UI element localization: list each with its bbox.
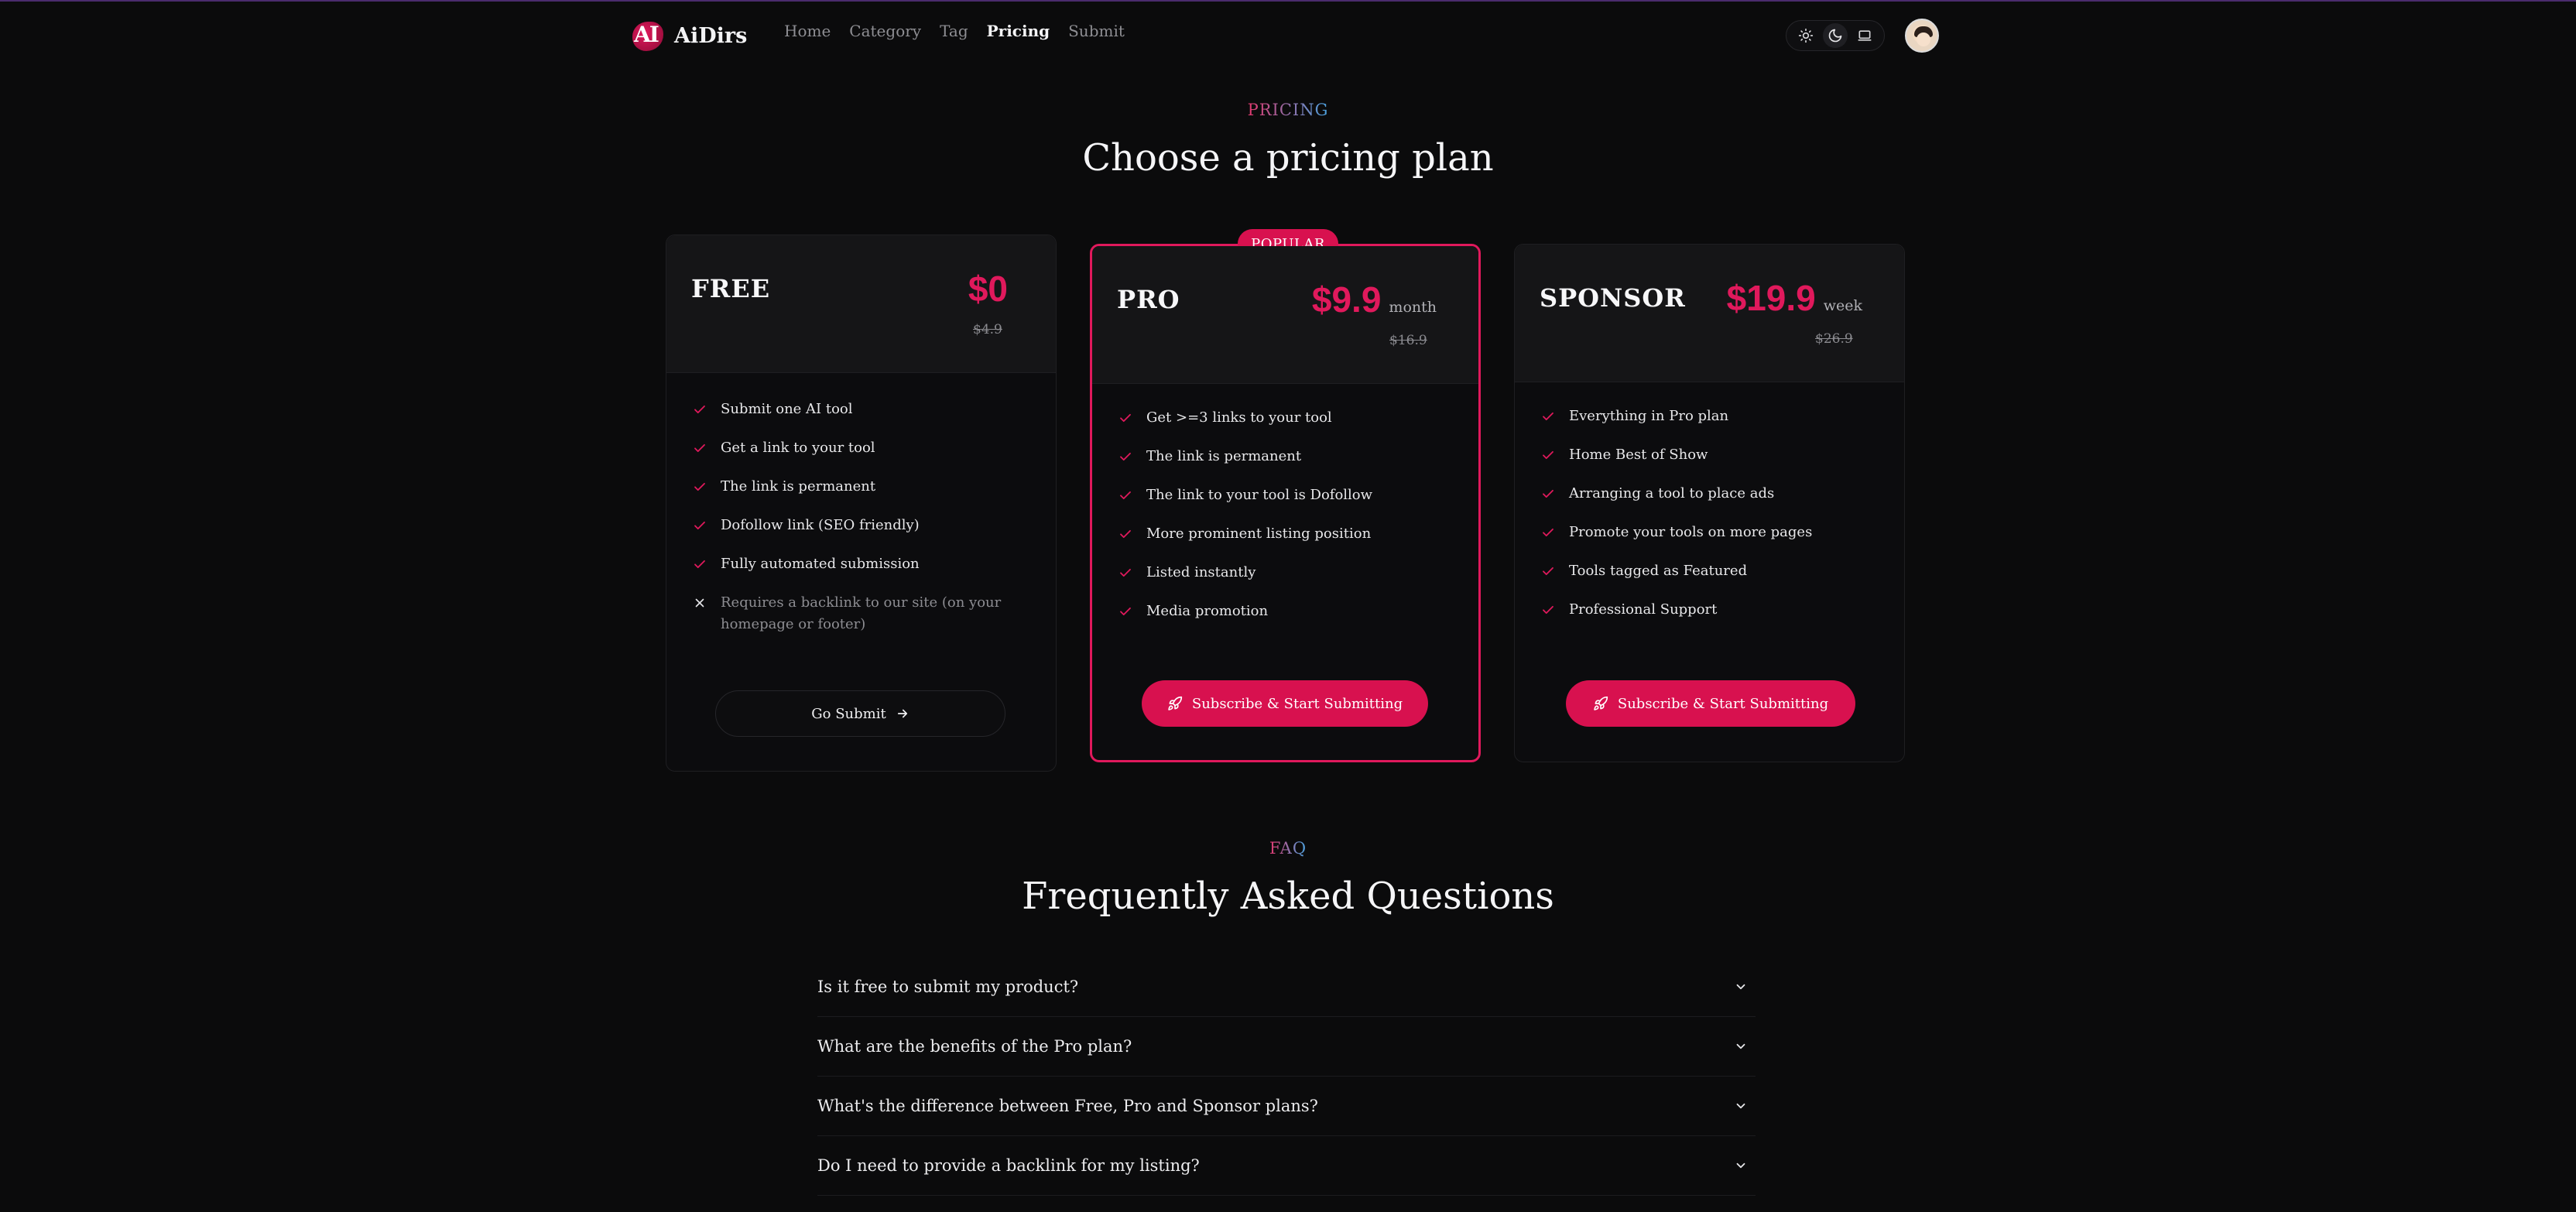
brand-logo[interactable]: AI AiDirs [631,19,747,53]
check-icon [1540,522,1557,543]
check-icon [1540,483,1557,505]
faq-item[interactable]: What's the difference between Free, Pro … [817,1077,1756,1136]
plan-price: $9.9 [1311,279,1382,320]
plan-old-price: $16.9 [1389,333,1427,348]
faq-question: What's the difference between Free, Pro … [817,1097,1318,1115]
check-icon [1540,560,1557,582]
sponsor-subscribe-button[interactable]: Subscribe & Start Submitting [1566,680,1855,727]
faq-title: Frequently Asked Questions [1022,875,1554,918]
plan-card-header: SPONSOR $19.9 week $26.9 [1515,245,1904,382]
theme-switcher [1786,20,1885,51]
faq-eyebrow: FAQ [1269,839,1307,858]
chevron-down-icon [1736,984,1745,990]
feature-item: The link to your tool is Dofollow [1117,484,1372,523]
plan-old-price: $26.9 [1815,331,1853,347]
feature-item: Get a link to your tool [691,437,1015,476]
laptop-icon[interactable] [1852,23,1877,48]
main-nav: Home Category Tag Pricing Submit [784,22,1125,40]
user-avatar[interactable] [1905,19,1939,53]
plan-price: $19.9 [1726,278,1816,318]
plan-card-header: FREE $0 $4.9 [666,235,1056,373]
plan-price-wrap: $19.9 week [1727,277,1862,319]
check-icon [1117,562,1134,584]
faq-question: What are the benefits of the Pro plan? [817,1037,1132,1056]
rocket-icon [1594,696,1608,710]
rocket-icon [1168,696,1183,710]
plan-price-wrap: $0 [968,268,1008,310]
faq-question: Is it free to submit my product? [817,977,1079,996]
feature-item: More prominent listing position [1117,523,1372,562]
check-icon [1117,446,1134,467]
plan-period: week [1823,297,1862,314]
feature-item: Everything in Pro plan [1540,406,1812,444]
faq-list: Is it free to submit my product? What ar… [817,957,1756,1196]
plan-price-wrap: $9.9 month [1312,279,1437,320]
check-icon [691,553,708,575]
check-icon [1540,406,1557,427]
check-icon [1117,484,1134,506]
nav-category[interactable]: Category [849,22,921,40]
feature-item: Promote your tools on more pages [1540,522,1812,560]
plan-card-sponsor: SPONSOR $19.9 week $26.9 Everything in P… [1514,244,1905,762]
chevron-down-icon [1736,1162,1745,1169]
check-icon [1540,599,1557,621]
pro-subscribe-button[interactable]: Subscribe & Start Submitting [1142,680,1428,727]
plan-price: $0 [968,269,1008,309]
faq-item[interactable]: What are the benefits of the Pro plan? [817,1017,1756,1077]
go-submit-button[interactable]: Go Submit [715,690,1005,737]
plan-features: Everything in Pro plan Home Best of Show… [1540,406,1812,638]
plan-features: Submit one AI tool Get a link to your to… [691,399,1015,646]
feature-item: Media promotion [1117,601,1372,639]
pricing-eyebrow: PRICING [1247,101,1329,119]
check-icon [1540,444,1557,466]
plan-period: month [1389,299,1437,316]
faq-question: Do I need to provide a backlink for my l… [817,1156,1200,1175]
feature-item: Submit one AI tool [691,399,1015,437]
check-icon [691,399,708,420]
feature-item: Dofollow link (SEO friendly) [691,515,1015,553]
site-header: AI AiDirs Home Category Tag Pricing Subm… [631,11,1939,56]
chevron-down-icon [1736,1103,1745,1109]
nav-submit[interactable]: Submit [1068,22,1125,40]
logo-mark-icon: AI [631,19,665,53]
check-icon [691,515,708,536]
plan-card-free: FREE $0 $4.9 Submit one AI tool Get a li… [666,235,1057,772]
check-icon [1117,407,1134,429]
feature-item: Tools tagged as Featured [1540,560,1812,599]
feature-item: Arranging a tool to place ads [1540,483,1812,522]
brand-name: AiDirs [674,23,748,48]
top-accent-line [0,0,2576,2]
feature-item: Fully automated submission [691,553,1015,592]
plan-card-header: PRO $9.9 month $16.9 [1092,246,1478,384]
faq-item[interactable]: Do I need to provide a backlink for my l… [817,1136,1756,1196]
feature-item: Get >=3 links to your tool [1117,407,1372,446]
check-icon [691,476,708,498]
plan-name: FREE [691,274,771,303]
feature-item: The link is permanent [691,476,1015,515]
check-icon [1117,601,1134,622]
moon-icon[interactable] [1823,23,1848,48]
nav-pricing[interactable]: Pricing [987,22,1050,40]
feature-item: Home Best of Show [1540,444,1812,483]
plan-name: PRO [1117,285,1180,314]
arrow-right-icon [897,709,907,718]
x-icon [691,592,708,614]
plan-card-pro: POPULAR PRO $9.9 month $16.9 Get >=3 lin… [1090,229,1481,762]
plan-old-price: $4.9 [973,322,1002,337]
plan-name: SPONSOR [1540,283,1686,313]
pricing-title: Choose a pricing plan [1082,136,1494,180]
nav-tag[interactable]: Tag [940,22,968,40]
check-icon [1117,523,1134,545]
feature-item: Professional Support [1540,599,1812,638]
plan-features: Get >=3 links to your tool The link is p… [1117,407,1372,639]
sun-icon[interactable] [1793,23,1818,48]
check-icon [691,437,708,459]
feature-item: Listed instantly [1117,562,1372,601]
chevron-down-icon [1736,1043,1745,1049]
feature-item: The link is permanent [1117,446,1372,484]
nav-home[interactable]: Home [784,22,831,40]
feature-item-negative: Requires a backlink to our site (on your… [691,592,1015,646]
faq-item[interactable]: Is it free to submit my product? [817,957,1756,1017]
